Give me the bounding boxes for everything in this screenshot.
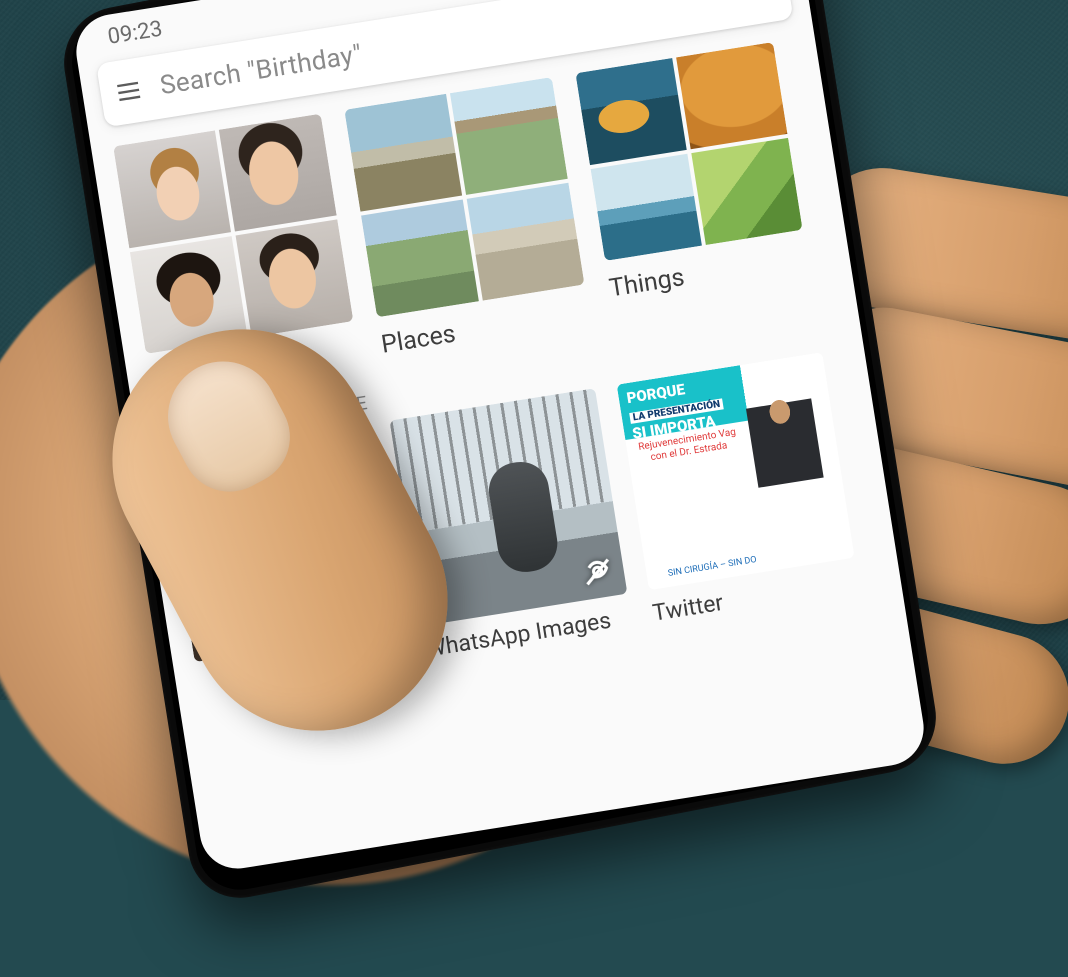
things-thumb [676,42,787,149]
poster-footer: SIN CIRUGÍA – SIN DO [652,552,772,581]
album-thumb: PORQUE LA PRESENTACIÓN SI IMPORTA Rejuve… [617,352,855,590]
places-thumb [450,77,568,195]
places-thumb [467,183,585,301]
category-places[interactable]: Places [344,77,591,360]
people-thumb [219,114,337,232]
people-thumb [113,130,231,248]
menu-icon[interactable] [113,75,145,107]
things-thumb [691,138,802,245]
places-thumb [361,199,479,317]
overflow-icon[interactable] [749,0,777,7]
things-thumb [591,154,702,261]
category-things[interactable]: Things [575,42,812,323]
not-backed-up-icon [579,554,616,591]
places-thumb [344,94,462,212]
album-twitter[interactable]: PORQUE LA PRESENTACIÓN SI IMPORTA Rejuve… [617,352,861,627]
people-thumb [236,219,354,337]
status-time: 09:23 [106,17,164,50]
things-thumb [575,58,686,165]
